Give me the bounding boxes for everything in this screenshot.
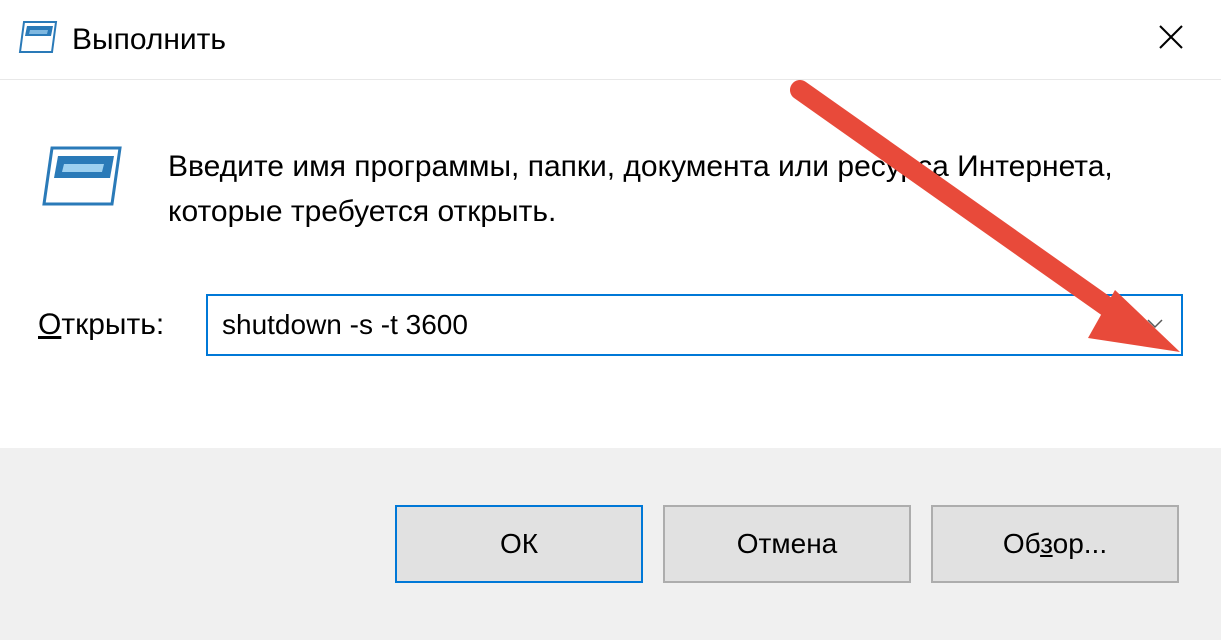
open-label-text: ткрыть: (61, 308, 164, 341)
browse-button-label: Обзор... (1003, 528, 1107, 560)
cancel-button[interactable]: Отмена (663, 505, 911, 583)
close-icon (1158, 24, 1184, 55)
chevron-down-icon (1146, 316, 1164, 334)
info-row: Введите имя программы, папки, документа … (38, 140, 1183, 234)
command-combobox[interactable] (206, 294, 1183, 356)
close-button[interactable] (1149, 18, 1193, 62)
run-dialog-large-icon (38, 140, 128, 217)
combobox-dropdown-button[interactable] (1143, 313, 1167, 337)
description-text: Введите имя программы, папки, документа … (168, 140, 1183, 234)
run-dialog-icon (18, 18, 60, 61)
ok-button-label: ОК (500, 528, 538, 560)
cancel-button-label: Отмена (737, 528, 837, 560)
ok-button[interactable]: ОК (395, 505, 643, 583)
command-input[interactable] (222, 309, 1143, 341)
titlebar-left: Выполнить (18, 18, 226, 61)
button-bar: ОК Отмена Обзор... (0, 448, 1221, 640)
window-title: Выполнить (72, 23, 226, 57)
browse-button[interactable]: Обзор... (931, 505, 1179, 583)
open-label: Открыть: (38, 308, 178, 342)
dialog-content: Введите имя программы, папки, документа … (0, 80, 1221, 396)
titlebar: Выполнить (0, 0, 1221, 80)
input-row: Открыть: (38, 294, 1183, 356)
open-label-accelerator: О (38, 308, 61, 341)
